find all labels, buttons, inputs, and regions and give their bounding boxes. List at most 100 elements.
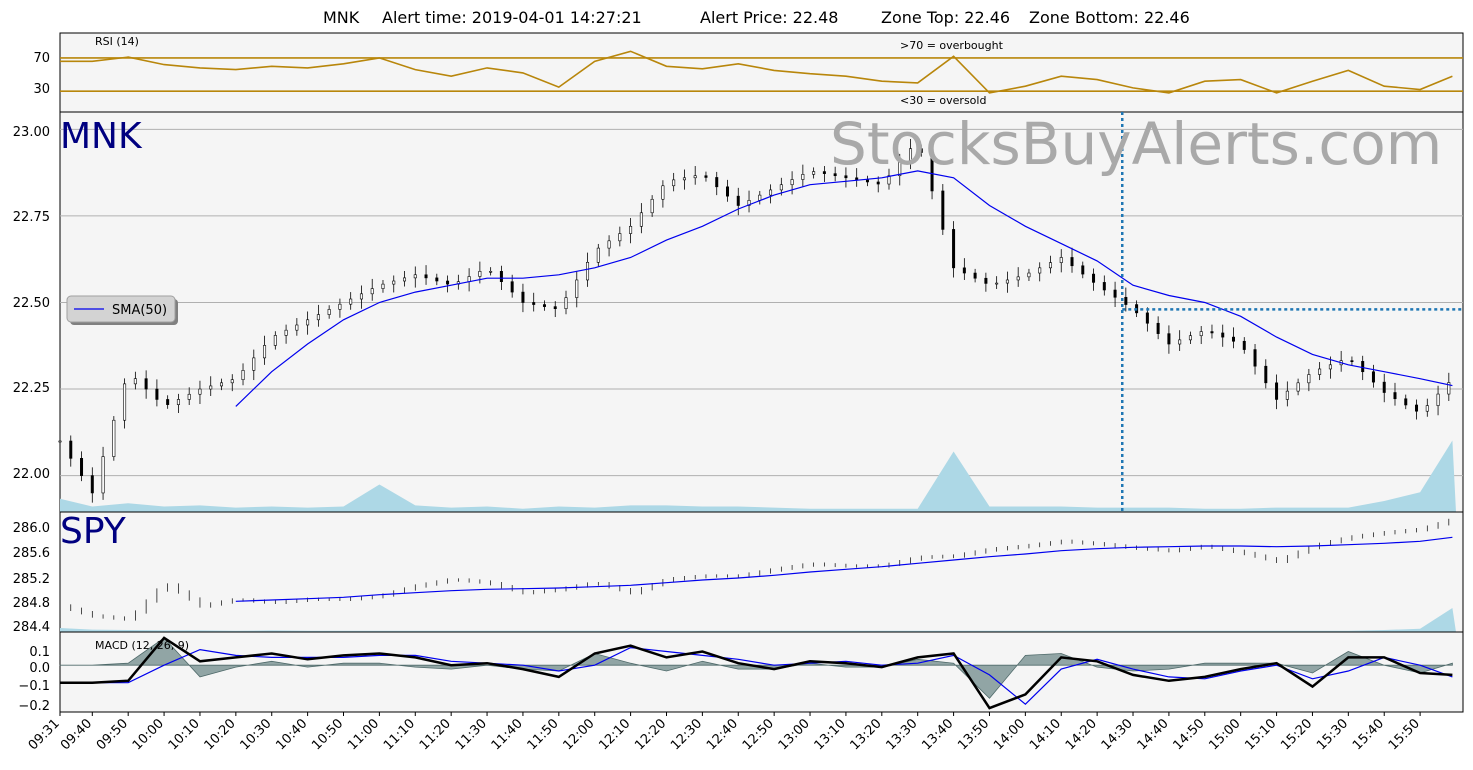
mnk-candle-body	[273, 335, 277, 346]
mnk-candle-body	[586, 262, 590, 281]
mnk-candle-body	[403, 277, 407, 282]
mnk-candle-body	[661, 185, 665, 200]
mnk-candle-body	[1232, 336, 1236, 342]
x-tick-label: 14:00	[991, 716, 1028, 753]
mnk-candle-body	[1178, 339, 1182, 345]
mnk-candle-body	[349, 298, 353, 305]
mnk-candle-body	[1156, 322, 1160, 334]
mnk-candle-body	[219, 382, 223, 387]
mnk-candle-body	[639, 212, 643, 227]
mnk-candle-body	[769, 189, 773, 196]
mnk-candle-body	[370, 288, 374, 295]
x-tick-label: 10:00	[130, 716, 167, 753]
macd-ytick-m02: −0.2	[18, 699, 50, 714]
spy-panel-frame	[59, 511, 1464, 633]
x-tick-label: 12:30	[668, 716, 705, 753]
x-tick-label: 09:31	[26, 716, 63, 753]
mnk-candle-body	[715, 177, 719, 188]
mnk-candle-body	[1371, 371, 1375, 383]
x-tick-label: 10:20	[202, 716, 239, 753]
mnk-candle-body	[198, 388, 202, 395]
rsi-ytick-70: 70	[33, 51, 50, 66]
x-tick-label: 11:40	[489, 716, 526, 753]
x-tick-label: 12:10	[596, 716, 633, 753]
mnk-candle-body	[499, 271, 503, 282]
mnk-candle-body	[532, 302, 536, 305]
mnk-candle-body	[618, 233, 622, 242]
mnk-candle-body	[876, 181, 880, 185]
sma-legend: SMA(50)	[66, 295, 178, 325]
x-tick-label: 11:30	[453, 716, 490, 753]
x-tick-label: 13:10	[812, 716, 849, 753]
mnk-candle-body	[1005, 279, 1009, 284]
mnk-candle-body	[521, 291, 525, 303]
x-tick-label: 14:40	[1135, 716, 1172, 753]
mnk-candle-body	[1102, 282, 1106, 291]
mnk-price-panel: StocksBuyAlerts.com MNK SMA(50) 23.00 22…	[13, 110, 1464, 513]
mnk-candle-body	[446, 280, 450, 285]
mnk-candle-body	[338, 303, 342, 310]
x-tick-label: 14:50	[1171, 716, 1208, 753]
mnk-candle-body	[489, 271, 493, 273]
mnk-candle-body	[704, 175, 708, 178]
rsi-panel: RSI (14) >70 = overbought <30 = oversold…	[33, 32, 1464, 113]
mnk-candle-body	[435, 277, 439, 282]
x-tick-label: 09:40	[58, 716, 95, 753]
spy-price-panel: SPY 286.0 285.6 285.2 284.8 284.4	[13, 511, 1464, 635]
mnk-candle-body	[779, 184, 783, 191]
mnk-candle-body	[123, 383, 127, 421]
mnk-candle-body	[575, 279, 579, 298]
mnk-candle-body	[510, 281, 514, 293]
x-tick-label: 14:10	[1027, 716, 1064, 753]
mnk-ytick-2225: 22.25	[13, 381, 50, 396]
x-tick-label: 11:10	[381, 716, 418, 753]
mnk-candle-body	[166, 399, 170, 405]
macd-title: MACD (12, 26, 9)	[95, 639, 189, 652]
mnk-candle-body	[865, 179, 869, 183]
watermark: StocksBuyAlerts.com	[830, 110, 1442, 178]
mnk-candle-body	[1188, 335, 1192, 341]
macd-panel-frame	[59, 631, 1464, 713]
mnk-candle-body	[607, 240, 611, 249]
mnk-candle-body	[209, 385, 213, 390]
mnk-candle-body	[241, 370, 245, 381]
chart-header: MNK Alert time: 2019-04-01 14:27:21 Aler…	[323, 8, 1190, 27]
x-tick-label: 10:50	[309, 716, 346, 753]
mnk-candle-body	[812, 171, 816, 175]
mnk-candle-body	[176, 399, 180, 405]
mnk-candle-body	[941, 190, 945, 230]
rsi-ytick-30: 30	[33, 82, 50, 97]
x-tick-label: 09:50	[94, 716, 131, 753]
mnk-candle-body	[1027, 272, 1031, 278]
x-axis: 09:3109:4009:5010:0010:1010:2010:3010:40…	[26, 712, 1423, 753]
stock-alert-chart: MNK Alert time: 2019-04-01 14:27:21 Aler…	[13, 8, 1464, 753]
mnk-candle-body	[1350, 360, 1354, 362]
spy-ytick-2844: 284.4	[13, 620, 50, 635]
mnk-candle-body	[672, 179, 676, 187]
macd-ytick-00: 0.0	[29, 661, 50, 676]
mnk-ytick-2300: 23.00	[13, 125, 50, 140]
mnk-candle-body	[973, 272, 977, 279]
mnk-candle-body	[69, 440, 73, 459]
mnk-candle-body	[1393, 392, 1397, 400]
mnk-candle-body	[650, 198, 654, 214]
x-tick-label: 15:10	[1242, 716, 1279, 753]
rsi-title: RSI (14)	[95, 35, 139, 48]
header-symbol: MNK	[323, 8, 360, 27]
rsi-overbought-note: >70 = overbought	[900, 39, 1004, 52]
mnk-candle-body	[725, 186, 729, 197]
mnk-candle-body	[101, 456, 105, 494]
header-alert-price: Alert Price: 22.48	[700, 8, 838, 27]
mnk-candle-body	[155, 388, 159, 400]
mnk-ytick-2250: 22.50	[13, 296, 50, 311]
rsi-oversold-note: <30 = oversold	[900, 94, 986, 107]
mnk-candle-body	[1145, 312, 1149, 324]
rsi-panel-frame	[59, 32, 1464, 113]
mnk-candle-body	[1307, 374, 1311, 384]
mnk-candle-body	[1382, 381, 1386, 393]
mnk-candle-body	[1242, 340, 1246, 350]
x-tick-label: 15:50	[1386, 716, 1423, 753]
mnk-candle-body	[1425, 405, 1429, 412]
mnk-candle-body	[736, 195, 740, 206]
x-tick-label: 14:20	[1063, 716, 1100, 753]
